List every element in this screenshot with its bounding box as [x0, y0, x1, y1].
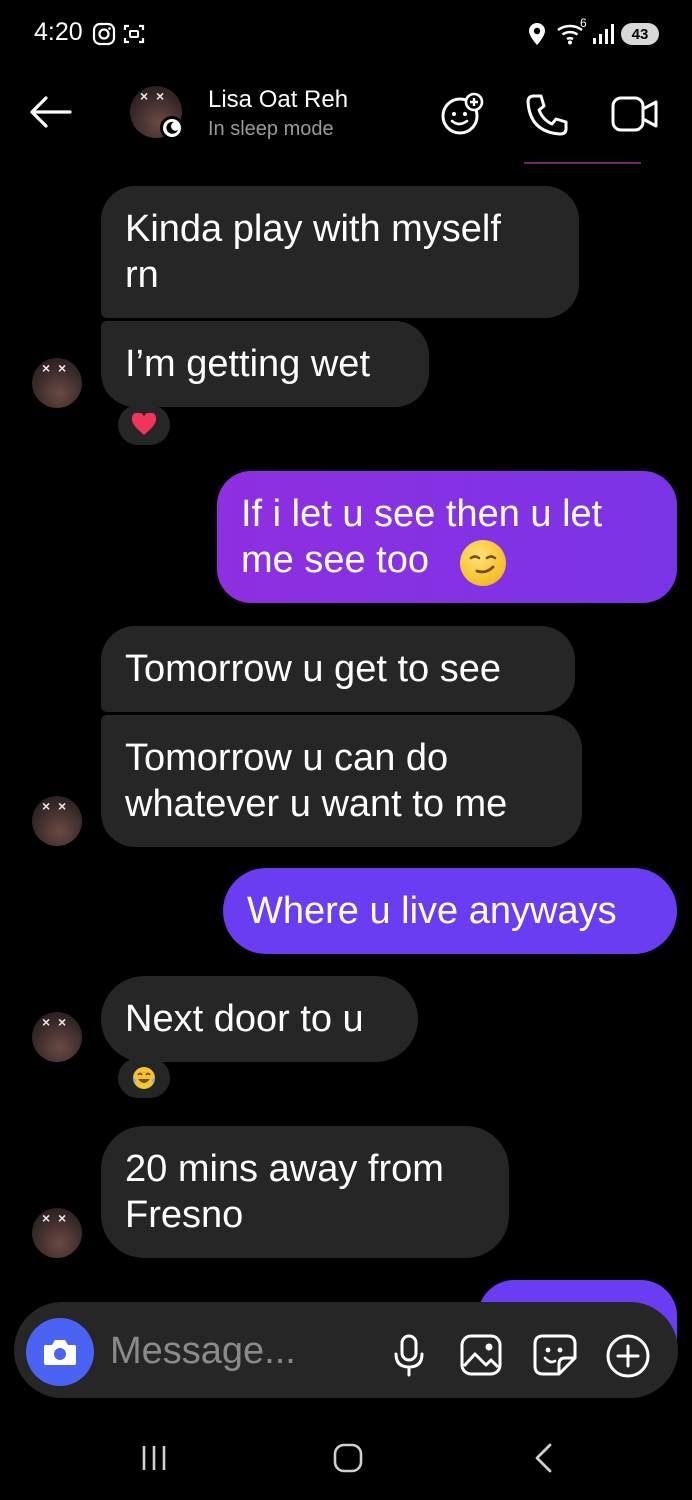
message-incoming[interactable]: I’m getting wet: [101, 321, 429, 407]
message-outgoing[interactable]: If i let u see then u let me see too: [217, 471, 677, 603]
header-divider: [524, 162, 641, 164]
video-call-icon[interactable]: [610, 94, 660, 134]
heart-icon: [131, 413, 157, 435]
sleep-mode-badge: [160, 116, 184, 140]
message-text: If i let u see then u let me see too: [241, 493, 603, 581]
moon-icon: [166, 121, 178, 134]
message-incoming[interactable]: Next door to u: [101, 976, 418, 1062]
gallery-icon[interactable]: [460, 1334, 502, 1376]
microphone-icon[interactable]: [392, 1334, 426, 1378]
voice-call-icon[interactable]: [524, 92, 570, 138]
sender-avatar: × ×: [32, 1208, 82, 1258]
effects-icon[interactable]: [438, 90, 486, 138]
sticker-icon[interactable]: [533, 1334, 577, 1376]
back-nav-icon[interactable]: [528, 1442, 560, 1474]
sender-avatar: × ×: [32, 1012, 82, 1062]
location-icon: [529, 23, 545, 45]
message-incoming[interactable]: 20 mins away from Fresno: [101, 1126, 509, 1258]
network-type-label: 6: [580, 16, 587, 30]
home-icon[interactable]: [332, 1442, 364, 1474]
sender-avatar: × ×: [32, 358, 82, 408]
contact-name[interactable]: Lisa Oat Reh: [208, 86, 348, 114]
smirk-emoji-icon: [460, 540, 506, 586]
message-incoming[interactable]: Kinda play with myself rn: [101, 186, 579, 318]
add-icon[interactable]: [605, 1333, 651, 1379]
sender-avatar: × ×: [32, 796, 82, 846]
message-reaction[interactable]: [118, 1058, 170, 1098]
status-time: 4:20: [34, 18, 83, 46]
instagram-notification-icon: [92, 22, 116, 46]
back-arrow-icon[interactable]: [28, 94, 72, 130]
recent-apps-icon[interactable]: [138, 1442, 170, 1474]
camera-icon: [44, 1340, 76, 1365]
camera-button[interactable]: [26, 1318, 94, 1386]
message-input[interactable]: Message...: [110, 1330, 296, 1373]
contact-status: In sleep mode: [208, 118, 334, 140]
message-incoming[interactable]: Tomorrow u can do whatever u want to me: [101, 715, 582, 847]
screenshot-notification-icon: [123, 24, 145, 44]
signal-icon: [593, 24, 614, 44]
message-incoming[interactable]: Tomorrow u get to see: [101, 626, 575, 712]
battery-indicator: 43: [621, 23, 659, 45]
tears-of-joy-emoji-icon: [133, 1067, 155, 1089]
message-reaction[interactable]: [118, 405, 170, 445]
message-outgoing[interactable]: Where u live anyways: [223, 868, 677, 954]
